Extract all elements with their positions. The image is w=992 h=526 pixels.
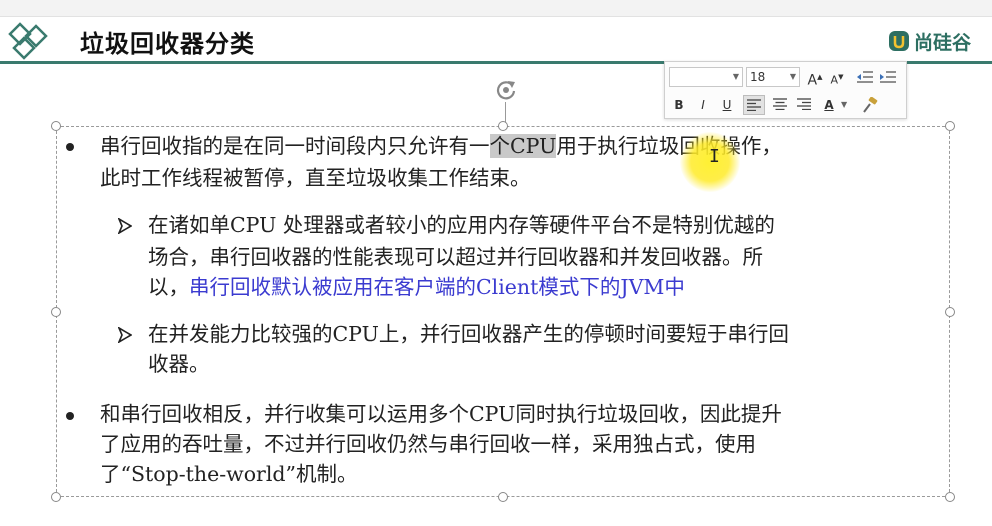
bullet-dot [66, 143, 74, 151]
resize-handle-top-right[interactable] [945, 121, 955, 131]
rotate-handle-icon[interactable] [492, 76, 520, 104]
italic-button[interactable]: I [693, 95, 713, 115]
grow-font-button[interactable]: A▲ [805, 67, 825, 89]
align-center-icon [773, 98, 787, 111]
arrow-bullet-icon [118, 327, 132, 343]
resize-handle-bottom-middle[interactable] [498, 492, 508, 502]
bullet-1-line-2: 此时工作线程被暂停，直至垃圾收集工作结束。 [100, 166, 531, 190]
dropdown-arrow-icon[interactable]: ▼ [790, 68, 796, 86]
resize-handle-top-middle[interactable] [498, 121, 508, 131]
align-left-button[interactable] [743, 95, 765, 115]
align-left-icon [747, 99, 761, 112]
resize-handle-bottom-right[interactable] [945, 492, 955, 502]
arrow-bullet-icon [118, 218, 132, 234]
increase-indent-icon[interactable] [879, 70, 897, 84]
bold-button[interactable]: B [669, 95, 689, 115]
text-run: 以， [148, 275, 189, 299]
align-right-button[interactable] [793, 95, 815, 115]
brand-badge-icon [889, 31, 909, 51]
dropdown-arrow-icon[interactable]: ▼ [733, 68, 739, 86]
decrease-indent-icon[interactable] [856, 70, 874, 84]
window-top-strip [0, 0, 992, 17]
resize-handle-middle-left[interactable] [51, 307, 61, 317]
underline-button[interactable]: U [717, 95, 737, 115]
brand-logo: 尚硅谷 [888, 28, 971, 54]
bullet-2-line-2: 了应用的吞吐量，不过并行回收仍然与串行回收一样，采用独占式，使用 [100, 432, 756, 456]
align-right-icon [797, 98, 811, 111]
shrink-font-button[interactable]: A▼ [827, 67, 847, 87]
sub-1-line-3: 以，串行回收默认被应用在客户端的Client模式下的JVM中 [148, 272, 685, 302]
format-painter-icon[interactable] [861, 97, 879, 113]
mini-format-toolbar: ▼ 18 ▼ A▲ A▼ B I U A ▼ [664, 61, 907, 119]
sub-1-line-1: 在诸如单CPU 处理器或者较小的应用内存等硬件平台不是特别优越的 [148, 213, 775, 237]
resize-handle-middle-right[interactable] [945, 307, 955, 317]
sub-1-line-2: 场合，串行回收器的性能表现可以超过并行回收器和并发回收器。所 [148, 245, 763, 269]
font-color-button[interactable]: A [819, 95, 839, 115]
shrink-font-label: A [830, 73, 839, 87]
resize-handle-top-left[interactable] [51, 121, 61, 131]
font-color-dropdown-icon[interactable]: ▼ [841, 100, 847, 109]
bullet-dot [66, 412, 74, 420]
slide-title: 垃圾回收器分类 [80, 30, 255, 58]
selected-text[interactable]: 个CPU [489, 134, 557, 158]
emphasis-text: 串行回收默认被应用在客户端的Client模式下的JVM中 [189, 275, 685, 299]
grow-font-label: A [807, 72, 818, 89]
align-center-button[interactable] [769, 95, 791, 115]
bullet-2-line-1: 和串行回收相反，并行收集可以运用多个CPU同时执行垃圾回收，因此提升 [100, 402, 782, 426]
brand-name: 尚硅谷 [914, 31, 972, 54]
sub-2-line-2: 收器。 [148, 352, 210, 376]
font-name-combo[interactable]: ▼ [669, 67, 743, 87]
sub-2-line-1: 在并发能力比较强的CPU上，并行回收器产生的停顿时间要短于串行回 [148, 322, 789, 346]
font-size-combo[interactable]: 18 ▼ [746, 67, 800, 87]
resize-handle-bottom-left[interactable] [51, 492, 61, 502]
text-run: 串行回收指的是在同一时间段内只允许有一 [100, 134, 490, 158]
text-run: 用于执行垃圾回收操作， [556, 134, 782, 158]
diamond-logo-icon [8, 22, 48, 60]
bullet-2-line-3: 了“Stop-the-world”机制。 [100, 462, 358, 486]
text-cursor-icon: I [709, 146, 720, 167]
font-color-label: A [824, 98, 834, 112]
font-size-value: 18 [750, 70, 766, 84]
